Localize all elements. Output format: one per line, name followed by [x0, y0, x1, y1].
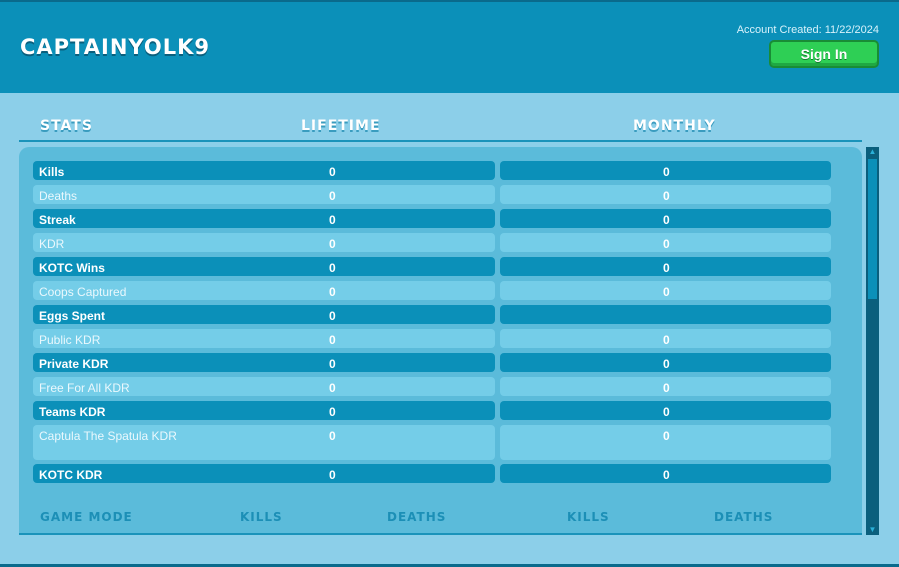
header-kills-lifetime: KILLS [240, 510, 283, 524]
stat-lifetime-cell: Public KDR 0 [33, 329, 495, 348]
stat-lifetime-value: 0 [329, 285, 336, 299]
scrollbar-thumb[interactable] [868, 159, 877, 299]
stat-lifetime-cell: KOTC KDR 0 [33, 464, 495, 483]
stat-row: Captula The Spatula KDR 0 0 [33, 425, 831, 460]
stat-monthly-value: 0 [663, 165, 670, 179]
stat-monthly-cell: 0 [500, 209, 831, 228]
stat-monthly-cell: 0 [500, 425, 831, 460]
stat-label: Captula The Spatula KDR [39, 429, 177, 443]
profile-header: CAPTAINYOLK9 Account Created: 11/22/2024… [0, 2, 899, 93]
stat-label: Free For All KDR [39, 381, 130, 395]
stat-monthly-cell [500, 305, 831, 324]
stat-monthly-cell: 0 [500, 185, 831, 204]
stat-row: KOTC Wins 0 0 [33, 257, 831, 276]
player-name: CAPTAINYOLK9 [20, 35, 210, 59]
stat-label: Private KDR [39, 357, 109, 371]
stat-lifetime-value: 0 [329, 357, 336, 371]
header-game-mode: GAME MODE [40, 510, 133, 524]
stat-lifetime-value: 0 [329, 261, 336, 275]
stat-lifetime-value: 0 [329, 468, 336, 482]
stat-row: Coops Captured 0 0 [33, 281, 831, 300]
stat-row: Eggs Spent 0 [33, 305, 831, 324]
stat-monthly-value: 0 [663, 261, 670, 275]
stat-row: Private KDR 0 0 [33, 353, 831, 372]
stat-monthly-value: 0 [663, 237, 670, 251]
stat-label: KOTC KDR [39, 468, 103, 482]
stat-lifetime-cell: Coops Captured 0 [33, 281, 495, 300]
stat-lifetime-value: 0 [329, 333, 336, 347]
stat-lifetime-cell: Free For All KDR 0 [33, 377, 495, 396]
stat-label: Eggs Spent [39, 309, 106, 323]
stats-scrollbar[interactable]: ▲ ▼ [866, 147, 879, 535]
stat-label: Coops Captured [39, 285, 127, 299]
stat-lifetime-cell: Teams KDR 0 [33, 401, 495, 420]
stat-label: Public KDR [39, 333, 101, 347]
stat-lifetime-cell: Eggs Spent 0 [33, 305, 495, 324]
stat-monthly-cell: 0 [500, 377, 831, 396]
stat-label: KOTC Wins [39, 261, 105, 275]
stat-row: Streak 0 0 [33, 209, 831, 228]
stat-lifetime-value: 0 [329, 309, 336, 323]
stat-label: Streak [39, 213, 76, 227]
stat-lifetime-cell: Deaths 0 [33, 185, 495, 204]
stat-monthly-value: 0 [663, 285, 670, 299]
stat-monthly-cell: 0 [500, 281, 831, 300]
game-mode-headers: GAME MODE KILLS DEATHS KILLS DEATHS [19, 510, 862, 530]
stat-row: Deaths 0 0 [33, 185, 831, 204]
stat-monthly-cell: 0 [500, 161, 831, 180]
header-deaths-lifetime: DEATHS [387, 510, 447, 524]
scroll-down-icon[interactable]: ▼ [866, 525, 879, 535]
stat-lifetime-cell: KOTC Wins 0 [33, 257, 495, 276]
stat-label: KDR [39, 237, 65, 251]
stat-monthly-value: 0 [663, 405, 670, 419]
column-header-lifetime: LIFETIME [301, 118, 381, 134]
stat-lifetime-value: 0 [329, 381, 336, 395]
stat-lifetime-value: 0 [329, 165, 336, 179]
stat-monthly-value: 0 [663, 429, 670, 443]
stat-monthly-cell: 0 [500, 464, 831, 483]
stat-monthly-cell: 0 [500, 353, 831, 372]
stat-monthly-value: 0 [663, 189, 670, 203]
stat-lifetime-value: 0 [329, 405, 336, 419]
stat-row: Teams KDR 0 0 [33, 401, 831, 420]
stat-lifetime-value: 0 [329, 189, 336, 203]
stat-lifetime-cell: Private KDR 0 [33, 353, 495, 372]
stat-row: KOTC KDR 0 0 [33, 464, 831, 483]
stat-label: Kills [39, 165, 65, 179]
stat-lifetime-cell: Captula The Spatula KDR 0 [33, 425, 495, 460]
header-deaths-monthly: DEATHS [714, 510, 774, 524]
stats-panel: Kills 0 0 Deaths 0 0 Streak 0 0 KDR 0 0 KOTC Wins 0 0 C… [19, 147, 862, 535]
header-kills-monthly: KILLS [567, 510, 610, 524]
stat-row: KDR 0 0 [33, 233, 831, 252]
stat-lifetime-value: 0 [329, 237, 336, 251]
stat-label: Deaths [39, 189, 78, 203]
stat-lifetime-value: 0 [329, 429, 336, 443]
column-header-stats: STATS [40, 118, 93, 134]
stat-row: Public KDR 0 0 [33, 329, 831, 348]
sign-in-button[interactable]: Sign In [769, 40, 879, 68]
stat-row: Kills 0 0 [33, 161, 831, 180]
stat-lifetime-cell: KDR 0 [33, 233, 495, 252]
stat-monthly-value: 0 [663, 333, 670, 347]
stat-row: Free For All KDR 0 0 [33, 377, 831, 396]
stat-monthly-value: 0 [663, 381, 670, 395]
column-header-monthly: MONTHLY [633, 118, 716, 134]
stat-monthly-value: 0 [663, 357, 670, 371]
stats-column-headers: STATS LIFETIME MONTHLY [19, 118, 862, 142]
stat-lifetime-value: 0 [329, 213, 336, 227]
stat-monthly-cell: 0 [500, 233, 831, 252]
stat-monthly-value: 0 [663, 468, 670, 482]
stat-monthly-cell: 0 [500, 401, 831, 420]
stat-monthly-value: 0 [663, 213, 670, 227]
stat-monthly-cell: 0 [500, 329, 831, 348]
scroll-up-icon[interactable]: ▲ [866, 147, 879, 157]
stat-monthly-cell: 0 [500, 257, 831, 276]
account-created-date: Account Created: 11/22/2024 [736, 24, 879, 36]
stat-lifetime-cell: Kills 0 [33, 161, 495, 180]
stat-label: Teams KDR [39, 405, 106, 419]
stat-lifetime-cell: Streak 0 [33, 209, 495, 228]
